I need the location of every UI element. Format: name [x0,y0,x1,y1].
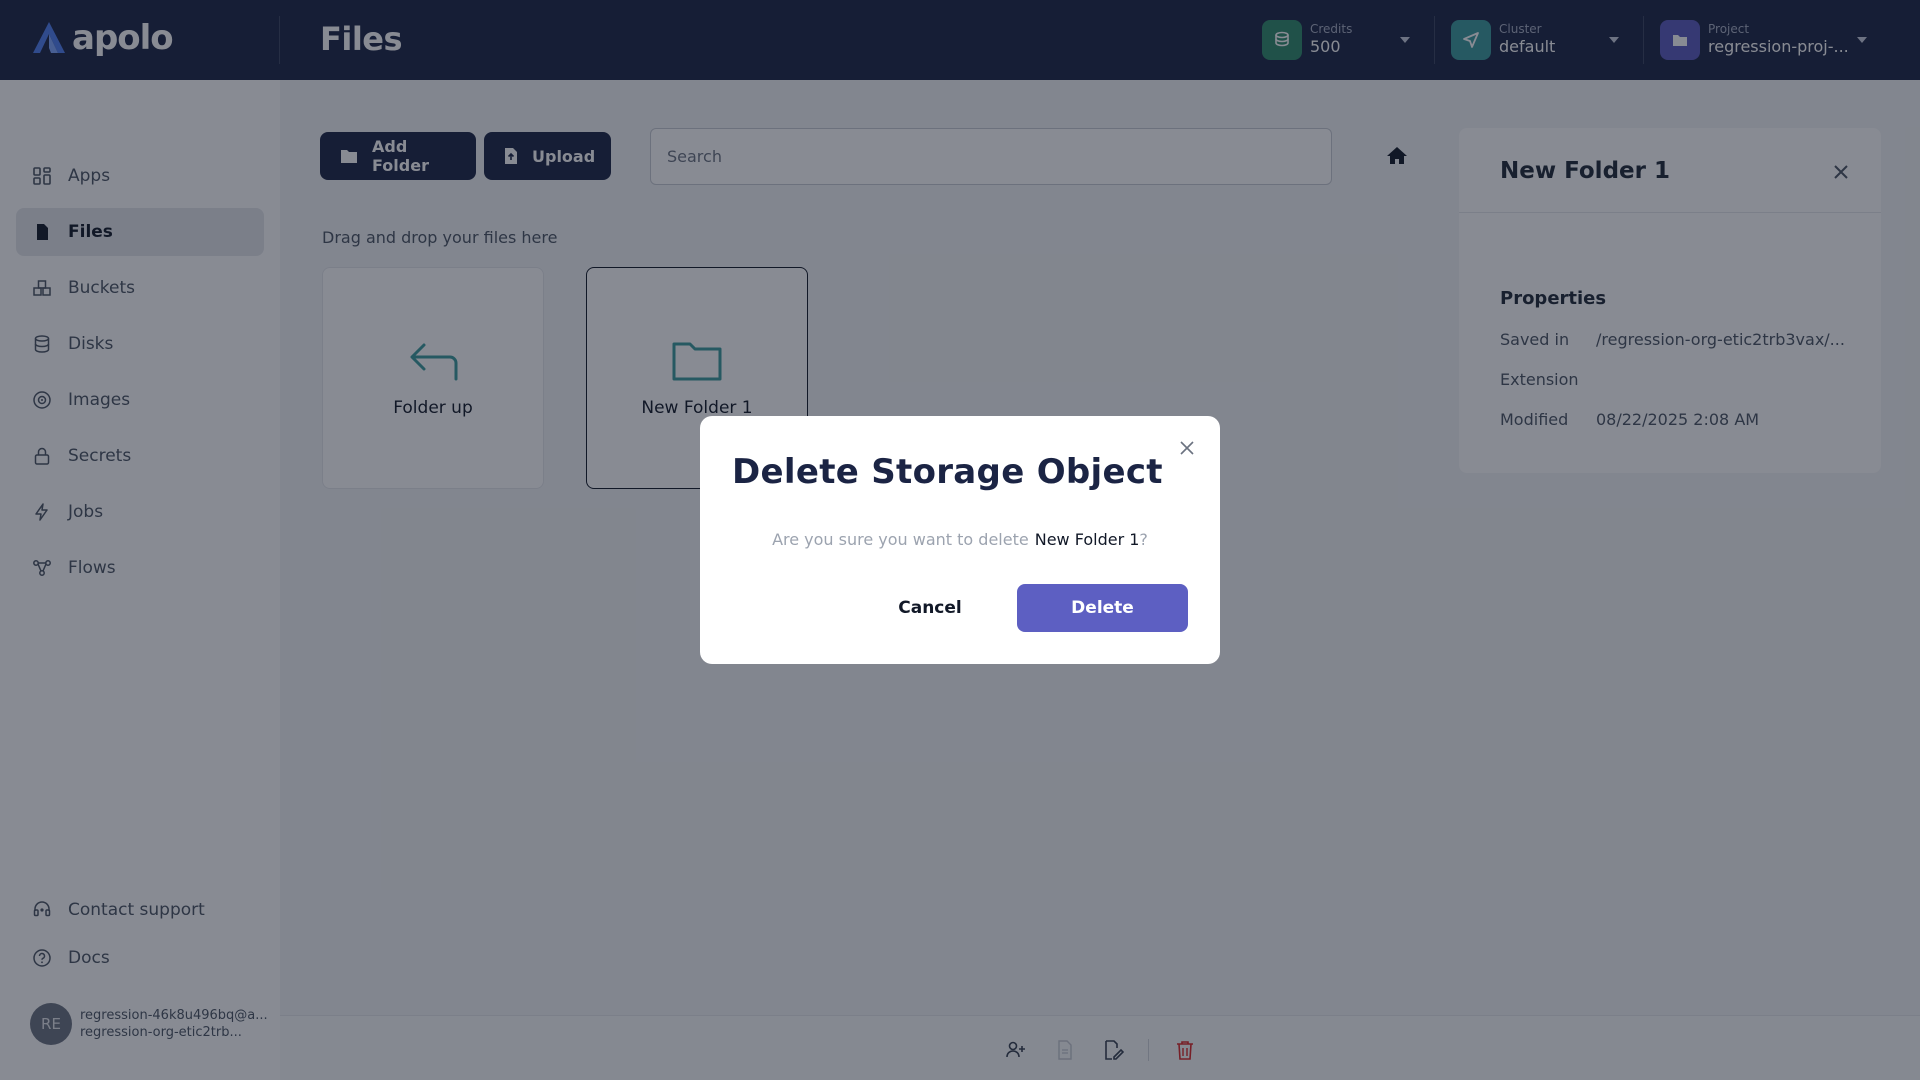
close-icon[interactable] [1178,439,1196,457]
delete-button[interactable]: Delete [1017,584,1188,632]
dialog-question: Are you sure you want to delete [772,530,1029,549]
cancel-button[interactable]: Cancel [870,584,990,632]
dialog-message: Are you sure you want to delete New Folde… [700,530,1220,549]
dialog-question-mark: ? [1139,530,1148,549]
dialog-target-name: New Folder 1 [1034,530,1140,549]
dialog-title: Delete Storage Object [732,452,1163,492]
delete-dialog: Delete Storage Object Are you sure you w… [700,416,1220,664]
